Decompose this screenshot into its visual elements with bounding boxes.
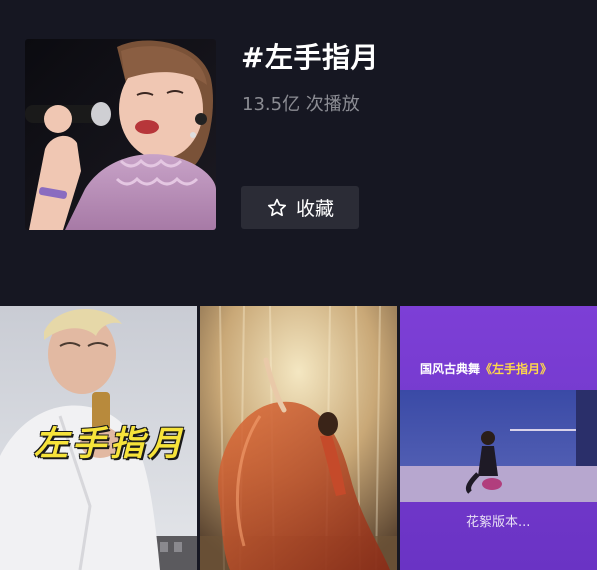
video-3-title-accent: 《左手指月》: [480, 362, 553, 376]
video-3-overlay-title: 国风古典舞《左手指月》: [420, 360, 552, 377]
video-thumbnail-2: [200, 306, 397, 570]
video-thumbnail-3: [400, 306, 597, 570]
video-card-1[interactable]: 左手指月: [0, 306, 197, 570]
video-3-caption: 花絮版本...: [466, 515, 531, 530]
video-card-2[interactable]: [200, 306, 397, 570]
topic-cover-image[interactable]: [25, 39, 216, 230]
video-3-title-prefix: 国风古典舞: [420, 362, 481, 376]
topic-header: #左手指月 13.5亿 次播放 收藏: [0, 0, 597, 306]
video-1-overlay-title: 左手指月: [34, 424, 186, 464]
singer-photo: [25, 39, 216, 230]
topic-title: #左手指月: [241, 41, 379, 74]
favorite-label: 收藏: [295, 198, 334, 220]
play-count: 13.5亿 次播放: [242, 94, 360, 115]
video-card-3[interactable]: 国风古典舞《左手指月》 花絮版本...: [400, 306, 597, 570]
favorite-button[interactable]: 收藏: [241, 186, 359, 229]
star-outline-icon: [266, 197, 288, 219]
video-grid: 左手指月 国风古典舞《左手指月》 花絮版本...: [0, 306, 597, 570]
